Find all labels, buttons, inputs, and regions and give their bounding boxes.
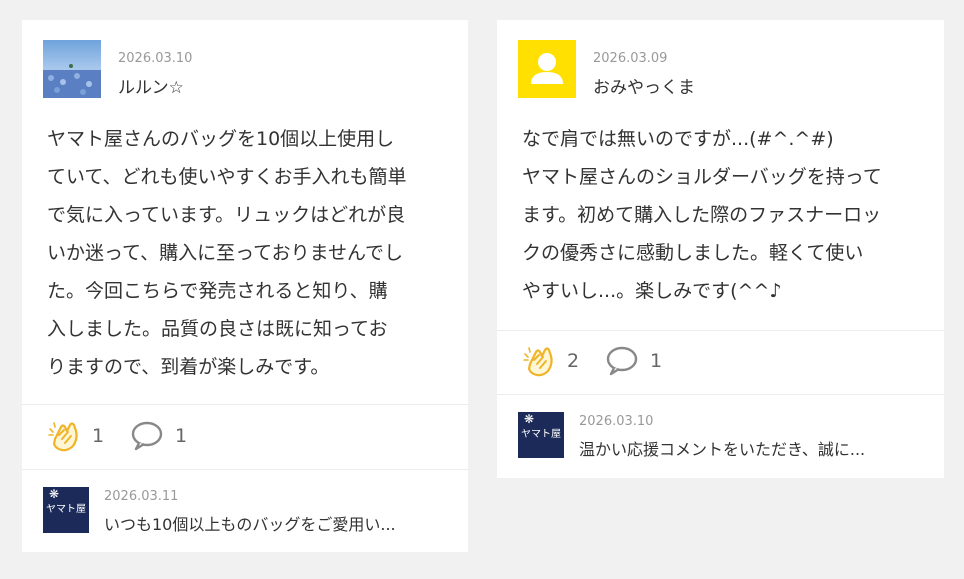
snowflake-icon: ❋ (49, 487, 60, 501)
review-date: 2026.03.10 (118, 51, 193, 66)
review-text: ヤマト屋さんのバッグを10個以上使用し ていて、どれも使いやすくお手入れも簡単 … (47, 120, 447, 386)
default-user-icon (518, 40, 576, 98)
review-line: ていて、どれも使いやすくお手入れも簡単 (47, 166, 407, 188)
review-line: ヤマト屋さんのバッグを10個以上使用し (47, 128, 395, 150)
comment-count: 1 (650, 350, 663, 372)
review-line: なで肩では無いのですが...(#^.^#) (522, 128, 834, 150)
shop-reply[interactable]: ❋ ヤマト屋 2026.03.10 温かい応援コメントをいただき、誠に... (518, 412, 928, 459)
review-card: 2026.03.09 おみやっくま なで肩では無いのですが...(#^.^#) … (497, 20, 944, 478)
shop-logo-text: ヤマト屋 (46, 504, 86, 515)
reviewer-name[interactable]: ルルン☆ (118, 73, 184, 98)
review-date: 2026.03.09 (593, 51, 668, 66)
divider (22, 469, 468, 470)
reviewer-name[interactable]: おみやっくま (593, 73, 695, 98)
review-line: ヤマト屋さんのショルダーバッグを持って (522, 166, 882, 188)
shop-logo: ❋ ヤマト屋 (518, 412, 564, 458)
divider (497, 330, 944, 331)
clap-count: 2 (567, 350, 580, 372)
comment-count: 1 (175, 425, 188, 447)
shop-reply[interactable]: ❋ ヤマト屋 2026.03.11 いつも10個以上ものバッグをご愛用い... (43, 487, 453, 534)
avatar[interactable] (43, 40, 101, 98)
review-card: 2026.03.10 ルルン☆ ヤマト屋さんのバッグを10個以上使用し ていて、… (22, 20, 468, 552)
comment-icon[interactable] (605, 346, 639, 376)
review-line: りますので、到着が楽しみです。 (47, 356, 330, 378)
shop-logo: ❋ ヤマト屋 (43, 487, 89, 533)
review-line: やすいし...。楽しみです(^^♪ (522, 280, 782, 302)
reply-date: 2026.03.10 (579, 414, 654, 429)
reply-text: 温かい応援コメントをいただき、誠に... (579, 440, 866, 459)
review-text: なで肩では無いのですが...(#^.^#) ヤマト屋さんのショルダーバッグを持っ… (522, 120, 922, 310)
review-line: 入しました。品質の良さは既に知ってお (47, 318, 388, 340)
review-line: で気に入っています。リュックはどれが良 (47, 204, 406, 226)
comment-icon[interactable] (130, 421, 164, 451)
avatar[interactable] (518, 40, 576, 98)
divider (497, 394, 944, 395)
review-line: た。今回こちらで発売されると知り、購 (47, 280, 388, 302)
review-line: ます。初めて購入した際のファスナーロッ (522, 204, 882, 226)
reply-date: 2026.03.11 (104, 489, 179, 504)
review-line: クの優秀さに感動しました。軽くて使い (522, 242, 864, 264)
shop-logo-text: ヤマト屋 (521, 429, 561, 440)
review-line: いか迷って、購入に至っておりませんでし (47, 242, 404, 264)
snowflake-icon: ❋ (524, 412, 535, 426)
clap-count: 1 (92, 425, 105, 447)
reply-text: いつも10個以上ものバッグをご愛用い... (104, 515, 396, 534)
clap-icon[interactable] (47, 419, 81, 453)
clap-icon[interactable] (522, 344, 556, 378)
divider (22, 404, 468, 405)
